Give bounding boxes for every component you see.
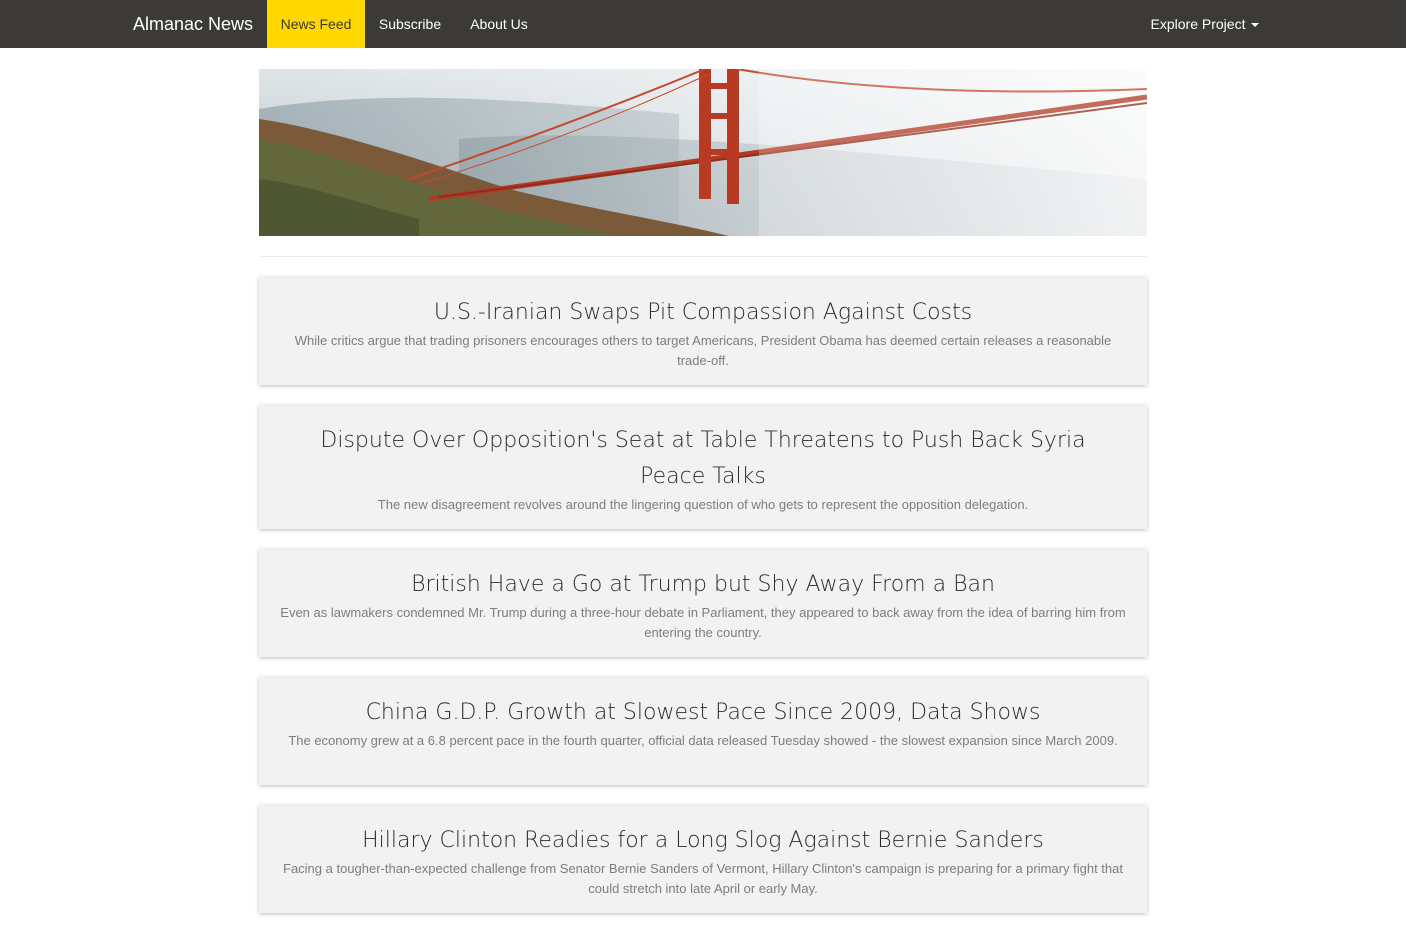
article-title[interactable]: Hillary Clinton Readies for a Long Slog … (279, 823, 1127, 859)
article-card[interactable]: Hillary Clinton Readies for a Long Slog … (259, 805, 1147, 913)
divider (259, 256, 1147, 257)
nav-news-feed[interactable]: News Feed (267, 0, 365, 48)
article-title[interactable]: China G.D.P. Growth at Slowest Pace Sinc… (279, 695, 1127, 731)
article-card[interactable]: China G.D.P. Growth at Slowest Pace Sinc… (259, 677, 1147, 785)
article-card[interactable]: Dispute Over Opposition's Seat at Table … (259, 405, 1147, 529)
caret-down-icon (1251, 23, 1260, 28)
article-title[interactable]: U.S.-Iranian Swaps Pit Compassion Agains… (279, 295, 1127, 331)
explore-project-label: Explore Project (1150, 16, 1246, 32)
article-title[interactable]: British Have a Go at Trump but Shy Away … (279, 567, 1127, 603)
explore-project-dropdown[interactable]: Explore Project (1137, 0, 1273, 48)
nav-subscribe[interactable]: Subscribe (365, 0, 455, 48)
top-navbar: Almanac News News Feed Subscribe About U… (0, 0, 1406, 48)
article-card[interactable]: U.S.-Iranian Swaps Pit Compassion Agains… (259, 277, 1147, 385)
brand-link[interactable]: Almanac News (133, 0, 253, 48)
article-summary: While critics argue that trading prisone… (294, 333, 1112, 368)
article-card[interactable]: British Have a Go at Trump but Shy Away … (259, 549, 1147, 657)
article-summary: Facing a tougher-than-expected challenge… (283, 861, 1123, 896)
nav-about-us[interactable]: About Us (455, 0, 543, 48)
hero-image (259, 69, 1147, 236)
article-summary: The economy grew at a 6.8 percent pace i… (288, 733, 1118, 748)
golden-gate-bridge-photo (259, 69, 1147, 236)
article-summary: The new disagreement revolves around the… (377, 497, 1029, 512)
article-summary: Even as lawmakers condemned Mr. Trump du… (280, 605, 1126, 640)
article-title[interactable]: Dispute Over Opposition's Seat at Table … (279, 423, 1127, 495)
